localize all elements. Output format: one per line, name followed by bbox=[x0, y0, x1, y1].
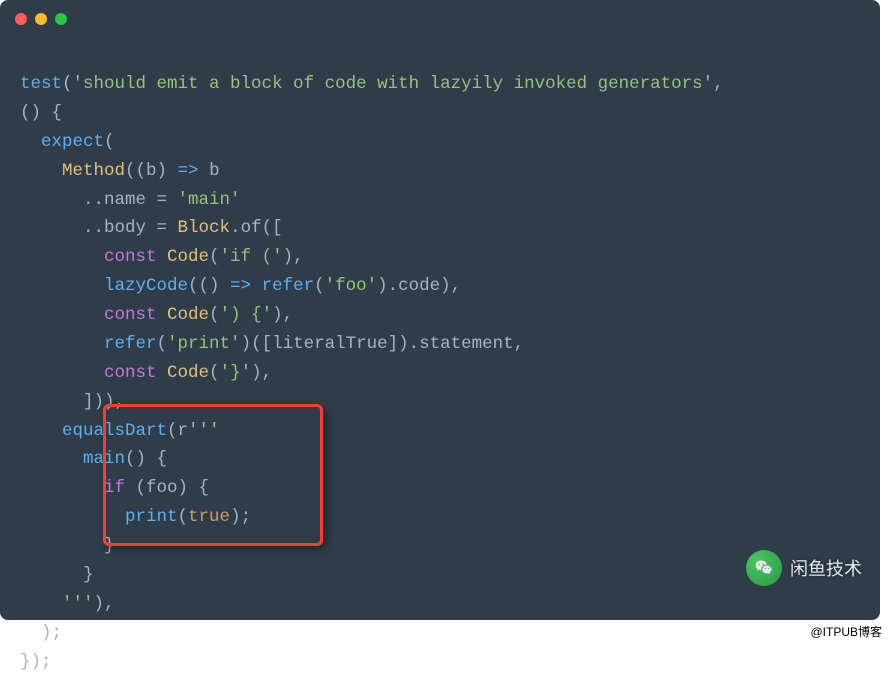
token: 'if (' bbox=[220, 247, 283, 267]
token: 'main' bbox=[178, 190, 241, 210]
token: const bbox=[104, 247, 157, 267]
zoom-icon[interactable] bbox=[55, 13, 67, 25]
code-window: test('should emit a block of code with l… bbox=[0, 0, 880, 620]
token: ''' bbox=[188, 421, 220, 441]
token: const bbox=[104, 363, 157, 383]
token: main bbox=[20, 449, 125, 469]
token: Code bbox=[157, 363, 210, 383]
token: Method bbox=[20, 161, 125, 181]
token: ( bbox=[104, 132, 115, 152]
token: } bbox=[20, 536, 115, 556]
token: ..name bbox=[20, 190, 157, 210]
token: )([literalTrue]).statement, bbox=[241, 334, 525, 354]
token: true bbox=[188, 507, 230, 527]
token: const bbox=[104, 305, 157, 325]
token: ])), bbox=[20, 392, 125, 412]
token: (foo) { bbox=[125, 478, 209, 498]
close-icon[interactable] bbox=[15, 13, 27, 25]
token: () { bbox=[125, 449, 167, 469]
token: refer bbox=[251, 276, 314, 296]
token bbox=[20, 478, 104, 498]
token bbox=[20, 363, 104, 383]
token: 'print' bbox=[167, 334, 241, 354]
token: lazyCode bbox=[20, 276, 188, 296]
token: } bbox=[20, 565, 94, 585]
code-block: test('should emit a block of code with l… bbox=[0, 40, 880, 690]
token: ), bbox=[94, 594, 115, 614]
token: b bbox=[199, 161, 220, 181]
token: ( bbox=[62, 74, 73, 94]
watermark-text: 闲鱼技术 bbox=[790, 555, 862, 581]
token: ( bbox=[209, 363, 220, 383]
token: ), bbox=[251, 363, 272, 383]
token: Code bbox=[157, 247, 210, 267]
token: print bbox=[20, 507, 178, 527]
footnote: @ITPUB博客 bbox=[810, 623, 882, 640]
token: ( bbox=[157, 334, 168, 354]
token: .of([ bbox=[230, 218, 283, 238]
token: ((b) bbox=[125, 161, 178, 181]
token: '}' bbox=[220, 363, 252, 383]
token: 'should emit a block of code with lazyil… bbox=[73, 74, 714, 94]
token: }); bbox=[20, 652, 52, 672]
token: ''' bbox=[20, 594, 94, 614]
token: ); bbox=[230, 507, 251, 527]
token: ), bbox=[283, 247, 304, 267]
token: = bbox=[157, 218, 178, 238]
token: ..body bbox=[20, 218, 157, 238]
token: (r bbox=[167, 421, 188, 441]
window-controls bbox=[15, 13, 67, 25]
token: ( bbox=[209, 305, 220, 325]
token: if bbox=[104, 478, 125, 498]
token: equalsDart bbox=[20, 421, 167, 441]
token: ), bbox=[272, 305, 293, 325]
token bbox=[20, 247, 104, 267]
token: , bbox=[713, 74, 724, 94]
token: ( bbox=[178, 507, 189, 527]
token: (() bbox=[188, 276, 230, 296]
token: => bbox=[178, 161, 199, 181]
token: ( bbox=[209, 247, 220, 267]
token bbox=[20, 305, 104, 325]
token: expect bbox=[20, 132, 104, 152]
minimize-icon[interactable] bbox=[35, 13, 47, 25]
token: = bbox=[157, 190, 178, 210]
token: ') {' bbox=[220, 305, 273, 325]
token: ); bbox=[20, 623, 62, 643]
token: ).code), bbox=[377, 276, 461, 296]
wechat-icon bbox=[746, 550, 782, 586]
token: Code bbox=[157, 305, 210, 325]
token: refer bbox=[20, 334, 157, 354]
token: test bbox=[20, 74, 62, 94]
token: () { bbox=[20, 103, 62, 123]
token: 'foo' bbox=[325, 276, 378, 296]
watermark: 闲鱼技术 bbox=[746, 550, 862, 586]
token: => bbox=[230, 276, 251, 296]
token: Block bbox=[178, 218, 231, 238]
token: ( bbox=[314, 276, 325, 296]
